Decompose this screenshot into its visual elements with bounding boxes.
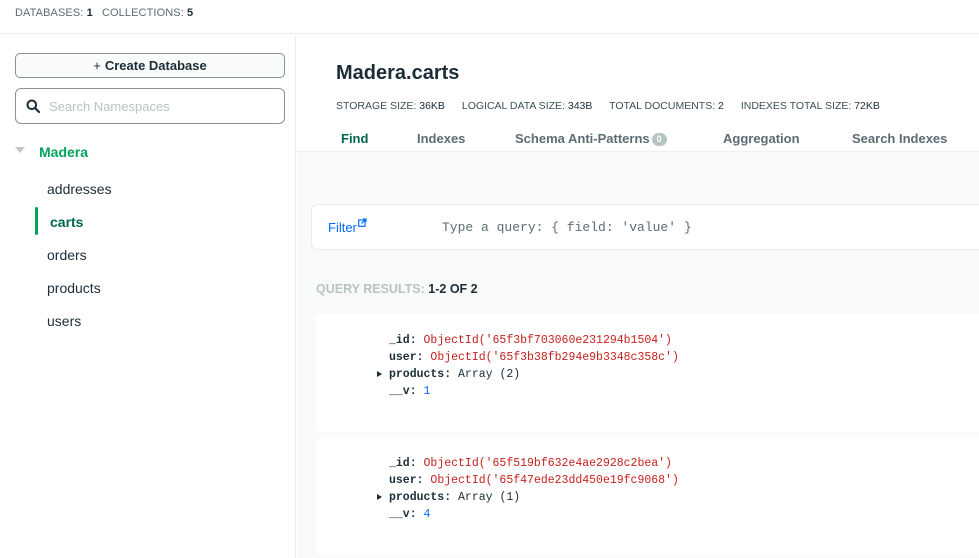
- instance-stats: DATABASES: 1 COLLECTIONS: 5: [15, 7, 199, 19]
- doc-field-v: __v: 1: [389, 385, 431, 398]
- top-stats-bar: DATABASES: 1 COLLECTIONS: 5: [0, 0, 979, 34]
- collection-item-orders[interactable]: orders: [47, 247, 87, 263]
- collections-count: 5: [187, 7, 194, 19]
- doc-field-user: user: ObjectId('65f3b38fb294e9b3348c358c…: [389, 351, 679, 364]
- filter-link[interactable]: Filter: [328, 218, 367, 235]
- query-results-header: QUERY RESULTS: 1-2 OF 2: [316, 282, 478, 296]
- collection-title: Madera.carts: [336, 62, 460, 84]
- tab-search-indexes[interactable]: Search Indexes: [852, 131, 947, 146]
- collection-stats: STORAGE SIZE: 36KB LOGICAL DATA SIZE: 34…: [336, 100, 894, 112]
- active-collection-indicator: [35, 207, 38, 235]
- databases-count: 1: [86, 7, 93, 19]
- filter-query-input[interactable]: [442, 217, 942, 237]
- expand-triangle-icon[interactable]: [377, 371, 382, 377]
- main-panel: Madera.carts STORAGE SIZE: 36KB LOGICAL …: [297, 35, 979, 558]
- sidebar: +Create Database Madera addresses carts …: [0, 35, 296, 558]
- storage-size-stat: STORAGE SIZE: 36KB: [336, 100, 445, 112]
- total-documents-stat: TOTAL DOCUMENTS: 2: [609, 100, 724, 112]
- collection-item-addresses[interactable]: addresses: [47, 181, 112, 197]
- tab-find[interactable]: Find: [341, 131, 368, 146]
- collection-item-users[interactable]: users: [47, 313, 81, 329]
- query-bar-area: Filter: [297, 151, 979, 251]
- namespace-search[interactable]: [15, 88, 285, 124]
- filter-bar: Filter: [311, 204, 979, 250]
- collection-item-products[interactable]: products: [47, 280, 101, 296]
- document-card[interactable]: _id: ObjectId('65f519bf632e4ae2928c2bea'…: [316, 437, 979, 555]
- databases-label: DATABASES:: [15, 7, 84, 19]
- tab-aggregation[interactable]: Aggregation: [723, 131, 800, 146]
- doc-field-products[interactable]: products: Array (2): [389, 368, 520, 381]
- tab-indexes[interactable]: Indexes: [417, 131, 465, 146]
- database-name: Madera: [39, 144, 89, 160]
- plus-icon: +: [93, 58, 101, 73]
- results-range: 1-2 OF 2: [428, 282, 478, 296]
- search-icon: [26, 99, 40, 113]
- collections-label: COLLECTIONS:: [101, 7, 184, 19]
- external-link-icon: [358, 218, 367, 227]
- create-database-button[interactable]: + Create Database: [15, 53, 285, 78]
- create-database-label: Create Database: [104, 58, 207, 73]
- tab-schema-label: Schema Anti-Patterns: [515, 131, 650, 146]
- doc-field-id: _id: ObjectId('65f519bf632e4ae2928c2bea'…: [389, 457, 672, 470]
- doc-field-user: user: ObjectId('65f47ede23dd450e19fc9068…: [389, 474, 679, 487]
- doc-field-products[interactable]: products: Array (1): [389, 491, 520, 504]
- doc-field-id: _id: ObjectId('65f3bf703060e231294b1504'…: [389, 334, 672, 347]
- doc-field-v: __v: 4: [389, 508, 431, 521]
- search-namespaces-input[interactable]: [49, 96, 274, 116]
- anti-patterns-count-badge: 0: [651, 133, 667, 146]
- tab-schema-anti-patterns[interactable]: Schema Anti-Patterns 0: [515, 131, 667, 146]
- logical-size-stat: LOGICAL DATA SIZE: 343B: [461, 100, 593, 112]
- expand-triangle-icon[interactable]: [377, 494, 382, 500]
- indexes-size-stat: INDEXES TOTAL SIZE: 72KB: [740, 100, 880, 112]
- collection-tabs: Find Indexes Schema Anti-Patterns 0 Aggre…: [297, 125, 979, 151]
- document-card[interactable]: _id: ObjectId('65f3bf703060e231294b1504'…: [316, 314, 979, 432]
- collection-item-carts[interactable]: carts: [50, 214, 83, 230]
- database-item-madera[interactable]: Madera: [15, 142, 285, 162]
- results-area: QUERY RESULTS: 1-2 OF 2 _id: ObjectId('6…: [297, 251, 979, 558]
- caret-down-icon[interactable]: [15, 147, 25, 153]
